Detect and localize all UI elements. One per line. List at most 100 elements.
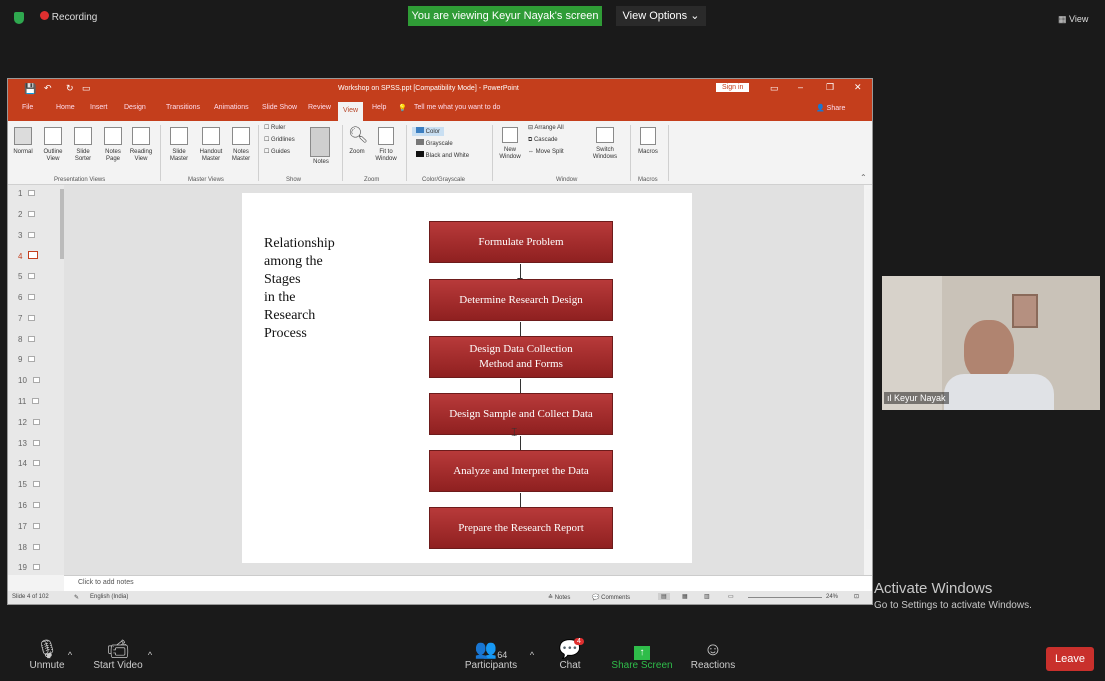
slide-thumbnail[interactable]: 16 xyxy=(18,501,40,510)
slide-sorter-button[interactable]: Slide Sorter xyxy=(69,149,97,163)
slide-thumbnail[interactable]: 2 xyxy=(18,210,36,219)
participants-button[interactable]: 👥 64 Participants xyxy=(456,632,526,671)
notes-pane[interactable]: Click to add notes xyxy=(64,575,872,591)
participants-options-caret[interactable]: ^ xyxy=(522,632,542,660)
start-video-button[interactable]: 📹︎ Start Video xyxy=(88,632,148,671)
slideshow-status-icon[interactable]: ▭ xyxy=(728,593,734,600)
slide-sorter-icon[interactable] xyxy=(74,127,92,145)
share-screen-button[interactable]: ↑ Share Screen xyxy=(610,632,674,671)
notes-page-icon[interactable] xyxy=(104,127,122,145)
slide-thumbnail[interactable]: 4 xyxy=(18,251,39,261)
sorter-view-status-icon[interactable]: ▦ xyxy=(682,593,688,600)
slide-thumbnail[interactable]: 7 xyxy=(18,314,36,323)
tab-review[interactable]: Review xyxy=(308,104,331,111)
slide-thumbnail[interactable]: 8 xyxy=(18,335,36,344)
audio-options-caret[interactable]: ^ xyxy=(60,632,80,660)
reading-view-button[interactable]: Reading View xyxy=(126,149,156,163)
view-button[interactable]: ▦ View xyxy=(1058,14,1088,25)
notes-toggle-icon[interactable] xyxy=(310,127,330,157)
handout-master-button[interactable]: Handout Master xyxy=(194,149,228,163)
switch-windows-icon[interactable] xyxy=(596,127,614,143)
macros-button[interactable]: Macros xyxy=(634,149,662,156)
view-options-button[interactable]: View Options ⌄ xyxy=(616,6,706,26)
ribbon-display-icon[interactable]: ▭ xyxy=(770,83,779,94)
chat-button[interactable]: 💬 4 Chat xyxy=(552,632,588,671)
tab-slide-show[interactable]: Slide Show xyxy=(262,104,297,111)
tab-view[interactable]: View xyxy=(338,102,364,121)
gridlines-checkbox[interactable]: ☐ Gridlines xyxy=(264,137,295,144)
slide-thumbnail[interactable]: 18 xyxy=(18,543,40,552)
normal-view-status-icon[interactable]: ▤ xyxy=(658,593,670,600)
sign-in-button[interactable]: Sign in xyxy=(716,83,750,92)
slide-thumbnail[interactable]: 17 xyxy=(18,522,40,531)
spellcheck-icon[interactable]: ✎ xyxy=(74,594,79,601)
slide-thumbnail[interactable]: 9 xyxy=(18,355,36,364)
status-comments-button[interactable]: 💬 Comments xyxy=(592,594,630,601)
arrange-all-button[interactable]: ⊟ Arrange All xyxy=(528,125,564,132)
notes-toggle-button[interactable]: Notes xyxy=(308,159,334,166)
restore-icon[interactable]: ❐ xyxy=(826,82,834,93)
slide-thumbnail[interactable]: 14 xyxy=(18,459,40,468)
stage-box-sample[interactable]: Design Sample and Collect Data xyxy=(429,393,613,435)
reactions-button[interactable]: ☺ Reactions xyxy=(688,632,738,671)
guides-checkbox[interactable]: ☐ Guides xyxy=(264,149,290,156)
tab-file[interactable]: File xyxy=(22,104,33,111)
stage-box-report[interactable]: Prepare the Research Report xyxy=(429,507,613,549)
minimize-icon[interactable]: – xyxy=(798,82,803,92)
zoom-magnifier-icon[interactable]: 🔍︎ xyxy=(348,125,368,145)
tab-design[interactable]: Design xyxy=(124,104,146,111)
tab-insert[interactable]: Insert xyxy=(90,104,108,111)
share-button[interactable]: 👤 Share xyxy=(816,104,845,112)
normal-view-icon[interactable] xyxy=(14,127,32,145)
collapse-ribbon-icon[interactable]: ⌃ xyxy=(860,173,867,182)
redo-icon[interactable]: ↻ xyxy=(66,83,74,94)
stage-box-analyze[interactable]: Analyze and Interpret the Data xyxy=(429,450,613,492)
slide-title-text[interactable]: Relationship among the Stages in the Res… xyxy=(264,235,374,343)
cascade-button[interactable]: ⧉ Cascade xyxy=(528,137,558,144)
slide-thumbnail[interactable]: 3 xyxy=(18,231,36,240)
stage-box-formulate-problem[interactable]: Formulate Problem xyxy=(429,221,613,263)
tab-help[interactable]: Help xyxy=(372,104,386,111)
slide-thumbnail[interactable]: 13 xyxy=(18,439,40,448)
black-white-button[interactable]: Black and White xyxy=(412,151,473,160)
zoom-slider[interactable] xyxy=(748,597,822,598)
slide-master-button[interactable]: Slide Master xyxy=(164,149,194,163)
slide-thumbnail[interactable]: 1 xyxy=(18,189,36,198)
outline-view-button[interactable]: Outline View xyxy=(39,149,67,163)
tab-animations[interactable]: Animations xyxy=(214,104,249,111)
tell-me-search[interactable]: Tell me what you want to do xyxy=(414,104,500,111)
stage-box-data-collection[interactable]: Design Data Collection Method and Forms xyxy=(429,336,613,378)
fit-to-window-button[interactable]: Fit to Window xyxy=(370,149,402,163)
status-notes-button[interactable]: ≙ Notes xyxy=(548,594,570,601)
fit-slide-icon[interactable]: ⊡ xyxy=(854,593,859,600)
canvas-scrollbar[interactable] xyxy=(866,189,872,529)
tab-transitions[interactable]: Transitions xyxy=(166,104,200,111)
slide-thumbnail[interactable]: 15 xyxy=(18,480,40,489)
slide-thumbnail[interactable]: 5 xyxy=(18,272,36,281)
color-button[interactable]: Color xyxy=(412,127,445,136)
fit-to-window-icon[interactable] xyxy=(378,127,394,145)
current-slide[interactable]: Relationship among the Stages in the Res… xyxy=(242,193,692,563)
leave-meeting-button[interactable]: Leave xyxy=(1046,647,1094,671)
slide-thumbnail[interactable]: 11 xyxy=(18,397,40,406)
move-split-button[interactable]: ⇔ Move Split xyxy=(528,149,564,156)
recording-indicator[interactable]: Recording xyxy=(40,11,97,23)
ruler-checkbox[interactable]: ☐ Ruler xyxy=(264,125,285,132)
tab-home[interactable]: Home xyxy=(56,104,75,111)
normal-view-button[interactable]: Normal xyxy=(8,149,38,156)
close-icon[interactable]: ✕ xyxy=(854,82,862,93)
save-icon[interactable]: 💾 xyxy=(24,84,36,95)
zoom-button[interactable]: Zoom xyxy=(344,149,370,156)
zoom-level[interactable]: 24% xyxy=(826,594,838,600)
notes-page-button[interactable]: Notes Page xyxy=(99,149,127,163)
slide-thumbnail[interactable]: 10 xyxy=(18,376,40,385)
stage-box-research-design[interactable]: Determine Research Design xyxy=(429,279,613,321)
video-options-caret[interactable]: ^ xyxy=(140,632,160,660)
macros-icon[interactable] xyxy=(640,127,656,145)
notes-master-button[interactable]: Notes Master xyxy=(226,149,256,163)
outline-view-icon[interactable] xyxy=(44,127,62,145)
notes-master-icon[interactable] xyxy=(232,127,250,145)
reading-view-status-icon[interactable]: ▥ xyxy=(704,593,710,600)
reading-view-icon[interactable] xyxy=(132,127,150,145)
start-slideshow-icon[interactable]: ▭ xyxy=(82,83,91,94)
